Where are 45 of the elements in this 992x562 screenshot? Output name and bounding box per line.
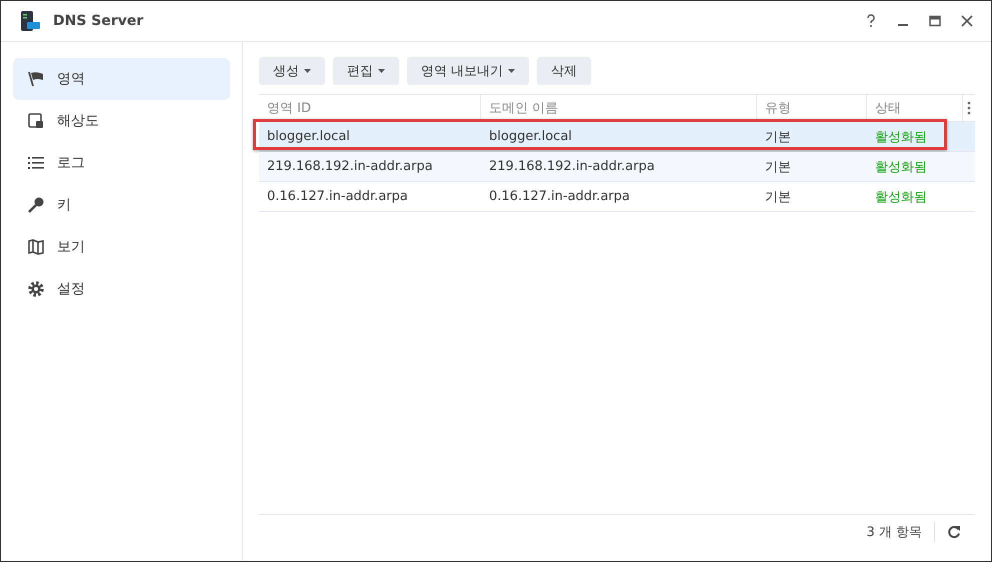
table-cell-text: 219.168.192.in-addr.arpa	[488, 159, 656, 174]
sidebar-item[interactable]: 해상도	[13, 100, 230, 142]
table-cell-text: 0.16.127.in-addr.arpa	[266, 189, 409, 204]
table-cell-text: 활성화됨	[874, 158, 928, 176]
table-cell-text: 219.168.192.in-addr.arpa	[266, 159, 434, 174]
key-icon	[27, 196, 45, 214]
table-cell-text: 활성화됨	[874, 188, 928, 206]
dropdown-button[interactable]: 영역 내보내기	[407, 57, 530, 85]
refresh-icon[interactable]	[947, 525, 961, 539]
table-cell-text: 0.16.127.in-addr.arpa	[488, 189, 631, 204]
item-count: 3 개 항목	[866, 524, 922, 541]
list-icon	[27, 154, 45, 172]
table-cell-text: 기본	[764, 158, 792, 176]
document-icon	[27, 112, 45, 130]
map-icon	[27, 238, 45, 256]
close-icon[interactable]	[961, 15, 973, 27]
sidebar-item[interactable]: 영역	[13, 58, 230, 100]
table-cell-text: 활성화됨	[874, 128, 928, 146]
sidebar-item[interactable]: 보기	[13, 226, 230, 268]
dropdown-button[interactable]: 생성	[259, 57, 325, 85]
toolbar-button[interactable]: 삭제	[537, 57, 592, 85]
column-header[interactable]: 유형	[757, 95, 867, 121]
sidebar-item[interactable]: 로그	[13, 142, 230, 184]
settings-icon	[27, 280, 45, 298]
sidebar-item[interactable]: 키	[13, 184, 230, 226]
more-icon[interactable]	[967, 101, 971, 115]
maximize-icon[interactable]	[929, 15, 941, 27]
table-cell-text: blogger.local	[266, 129, 351, 144]
help-icon[interactable]	[865, 14, 877, 28]
server-icon	[19, 10, 41, 32]
table-cell-text: 기본	[764, 188, 792, 206]
column-header[interactable]: 상태	[867, 95, 963, 121]
flag-icon	[27, 70, 45, 88]
table-cell-text: 기본	[764, 128, 792, 146]
table-row[interactable]: 0.16.127.in-addr.arpa 0.16.127.in-addr.arpa 기본 활성화됨	[259, 182, 975, 212]
column-header[interactable]: 영역 ID	[259, 95, 481, 121]
caret-icon	[378, 69, 385, 73]
table-cell-text: blogger.local	[488, 129, 573, 144]
sidebar-item[interactable]: 설정	[13, 268, 230, 310]
table-row[interactable]: 219.168.192.in-addr.arpa 219.168.192.in-addr.arpa 기본 활성화됨	[259, 152, 975, 182]
window-title: DNS Server	[53, 13, 144, 29]
dropdown-button[interactable]: 편집	[333, 57, 399, 85]
caret-icon	[508, 69, 516, 73]
column-header[interactable]: 도메인 이름	[481, 95, 757, 121]
caret-icon	[304, 69, 311, 73]
